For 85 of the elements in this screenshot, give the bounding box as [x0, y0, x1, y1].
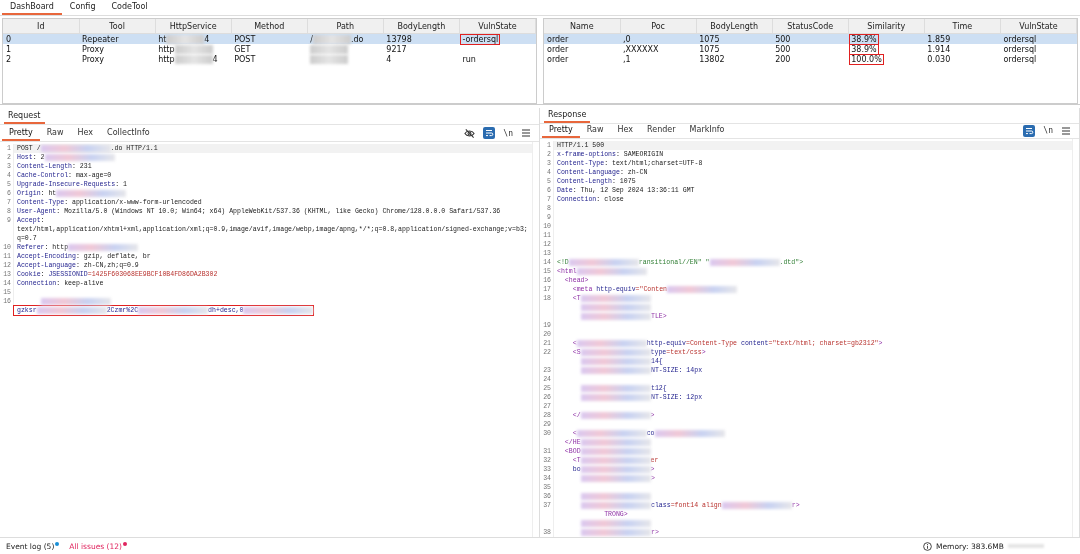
panel-tab[interactable]: Response: [544, 109, 591, 123]
table-cell: 13798: [385, 34, 413, 44]
table-cell: 500: [774, 44, 792, 54]
table-cell: POST: [233, 54, 257, 64]
column-header[interactable]: BodyLength: [696, 19, 773, 34]
table-cell: 200: [774, 54, 792, 64]
table-cell: 1: [5, 44, 13, 54]
table-cell: -ordersql: [461, 34, 500, 44]
view-tab[interactable]: Raw: [579, 123, 611, 138]
blurred-text: [581, 303, 651, 311]
blurred-text: [41, 297, 111, 305]
info-icon[interactable]: [923, 541, 933, 551]
column-header[interactable]: StatusCode: [772, 19, 849, 34]
table-cell: order: [546, 54, 570, 64]
tab[interactable]: CodeTool: [103, 0, 156, 15]
table-cell: Repeater: [81, 34, 120, 44]
blurred-text: [310, 44, 349, 54]
wrap-icon[interactable]: [483, 127, 496, 139]
view-tab[interactable]: Render: [640, 123, 683, 138]
table-cell: / .do: [309, 34, 365, 44]
view-tab[interactable]: Hex: [610, 123, 641, 138]
table-cell: 2: [5, 54, 13, 64]
table-cell: 500: [774, 34, 792, 44]
table-cell: 1075: [698, 34, 721, 44]
view-tab[interactable]: Pretty: [542, 123, 580, 138]
blurred-text: [174, 44, 213, 54]
table-cell: Proxy: [81, 54, 105, 64]
column-header[interactable]: Method: [231, 19, 308, 34]
column-header[interactable]: Path: [307, 19, 384, 34]
view-tab[interactable]: Hex: [70, 125, 101, 141]
table-cell: ,XXXXXX: [622, 44, 660, 54]
table-cell: 9217: [385, 44, 408, 54]
blurred-text: [174, 54, 213, 64]
table-cell: http 4: [157, 54, 219, 64]
column-header[interactable]: Id: [3, 19, 80, 34]
tab[interactable]: Config: [61, 0, 104, 15]
newline-toggle[interactable]: \n: [1043, 126, 1053, 136]
column-header[interactable]: VulnState: [1000, 19, 1077, 34]
table-cell: GET: [233, 44, 252, 54]
menu-icon[interactable]: [1061, 125, 1071, 136]
blurred-text: [310, 54, 349, 64]
blurred-text: [581, 519, 651, 527]
view-tab[interactable]: CollectInfo: [100, 125, 157, 141]
panel-tab[interactable]: Request: [4, 111, 45, 124]
tab[interactable]: DashBoard: [2, 0, 62, 15]
table-cell: 38.9%: [850, 34, 878, 44]
blurred-text: [312, 34, 351, 44]
menu-icon[interactable]: [521, 128, 531, 138]
table-cell: 4: [385, 54, 393, 64]
column-header[interactable]: Name: [544, 19, 621, 34]
table-cell: 13802: [698, 54, 726, 64]
column-header[interactable]: BodyLength: [383, 19, 460, 34]
table-cell: POST: [233, 34, 257, 44]
table-cell: ,0: [622, 34, 632, 44]
column-header[interactable]: HttpService: [155, 19, 232, 34]
table-cell: 1.914: [926, 44, 952, 54]
column-header[interactable]: Similarity: [848, 19, 925, 34]
table-cell: 0: [5, 34, 13, 44]
table-cell: ht 4: [157, 34, 211, 44]
view-tab[interactable]: MarkInfo: [682, 123, 732, 138]
column-header[interactable]: Time: [924, 19, 1001, 34]
table-cell: ordersql: [1002, 54, 1038, 64]
table-cell: Proxy: [81, 44, 105, 54]
table-cell: ordersql: [1002, 34, 1038, 44]
table-cell: 1.859: [926, 34, 952, 44]
table-cell: 100.0%: [850, 54, 883, 64]
table-cell: 0.030: [926, 54, 952, 64]
table-cell: ,1: [622, 54, 632, 64]
newline-toggle[interactable]: \n: [503, 128, 513, 138]
view-tab[interactable]: Raw: [39, 125, 71, 141]
table-cell: run: [461, 54, 477, 64]
view-tab[interactable]: Pretty: [2, 125, 40, 141]
table-cell: 38.9%: [850, 44, 878, 54]
table-cell: ordersql: [1002, 44, 1038, 54]
column-header[interactable]: VulnState: [459, 19, 536, 34]
blurred-text: [581, 492, 651, 500]
table-cell: 1075: [698, 44, 721, 54]
table-cell: order: [546, 44, 570, 54]
column-header[interactable]: Poc: [620, 19, 697, 34]
wrap-icon[interactable]: [1023, 124, 1036, 137]
table-cell: order: [546, 34, 570, 44]
blurred-text: [166, 34, 205, 44]
hide-icon[interactable]: [464, 127, 476, 139]
table-cell: http: [157, 44, 214, 54]
column-header[interactable]: Tool: [79, 19, 156, 34]
